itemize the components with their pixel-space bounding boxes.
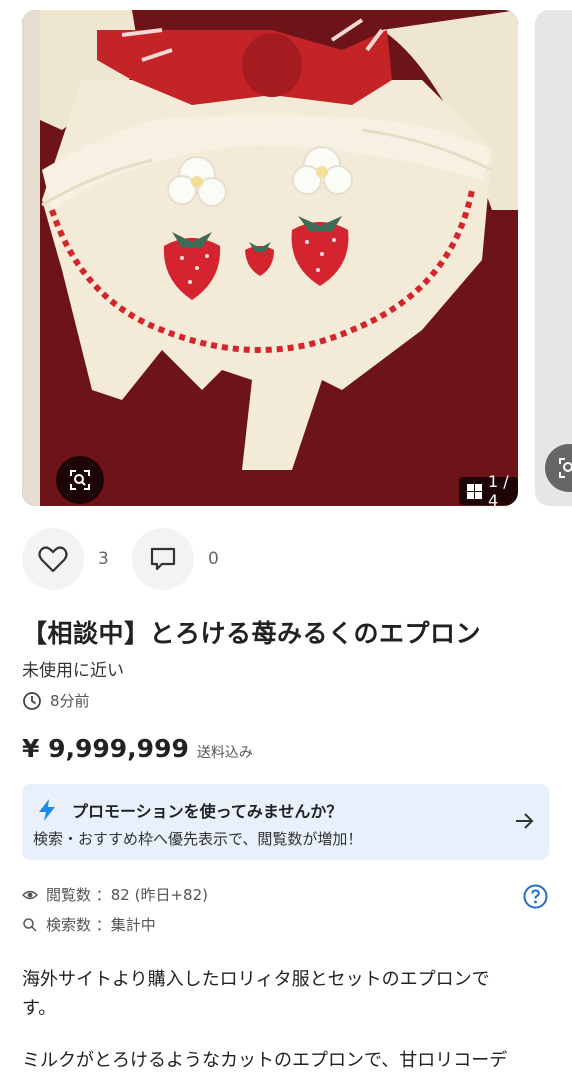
apron-illustration	[22, 10, 518, 506]
item-condition: 未使用に近い	[22, 661, 124, 681]
next-photo[interactable]	[535, 10, 572, 506]
lightning-icon	[39, 799, 55, 821]
item-title: 【相談中】とろける苺みるくのエプロン	[22, 619, 482, 648]
comment-count: 0	[208, 549, 219, 569]
grid-icon	[467, 483, 482, 499]
search-count-text: 検索数 ：集計中	[46, 916, 156, 934]
like-button[interactable]	[22, 528, 84, 590]
price-row: ¥ 9,999,999 送料込み	[22, 734, 253, 763]
promotion-description: 検索・おすすめ枠へ優先表示で、閲覧数が増加！	[33, 830, 363, 848]
heart-icon	[38, 546, 68, 573]
image-search-button[interactable]	[56, 456, 104, 504]
comment-button[interactable]	[132, 528, 194, 590]
description-line: 海外サイトより購入したロリィタ服とセットのエプロンで	[22, 969, 490, 990]
shipping-label: 送料込み	[196, 745, 253, 761]
promotion-title: プロモーションを使ってみませんか？	[72, 802, 343, 821]
view-count-row: 閲覧数 ：82 (昨日+82)	[22, 884, 208, 905]
promotion-banner[interactable]: プロモーションを使ってみませんか？ 検索・おすすめ枠へ優先表示で、閲覧数が増加！	[22, 784, 549, 860]
image-search-icon	[559, 458, 572, 478]
search-count-row: 検索数 ：集計中	[22, 914, 156, 935]
help-icon[interactable]	[523, 884, 548, 909]
comment-icon	[150, 547, 176, 571]
arrow-right-icon	[516, 813, 534, 829]
like-count: 3	[98, 549, 109, 569]
posted-time: 8分前	[22, 690, 90, 711]
search-icon	[23, 917, 37, 932]
description-line: ミルクがとろけるようなカットのエプロンで、甘ロリコーデ	[22, 1050, 508, 1071]
item-price: ¥ 9,999,999	[22, 734, 189, 763]
image-counter: 1 / 4	[459, 472, 518, 506]
image-search-icon	[70, 470, 90, 490]
item-description-p2: ミルクがとろけるようなカットのエプロンで、甘ロリコーデ	[22, 1046, 542, 1075]
posted-time-text: 8分前	[50, 692, 90, 710]
image-carousel[interactable]: 1 / 4	[0, 0, 572, 512]
item-description-p1: 海外サイトより購入したロリィタ服とセットのエプロンで す。	[22, 965, 542, 1023]
description-line: す。	[22, 998, 57, 1019]
eye-icon	[22, 890, 38, 899]
view-count-text: 閲覧数 ：82 (昨日+82)	[46, 886, 208, 904]
clock-icon	[23, 691, 41, 710]
product-photo[interactable]: 1 / 4	[22, 10, 518, 506]
image-counter-text: 1 / 4	[488, 472, 509, 506]
item-actions: 3 0	[22, 528, 236, 590]
